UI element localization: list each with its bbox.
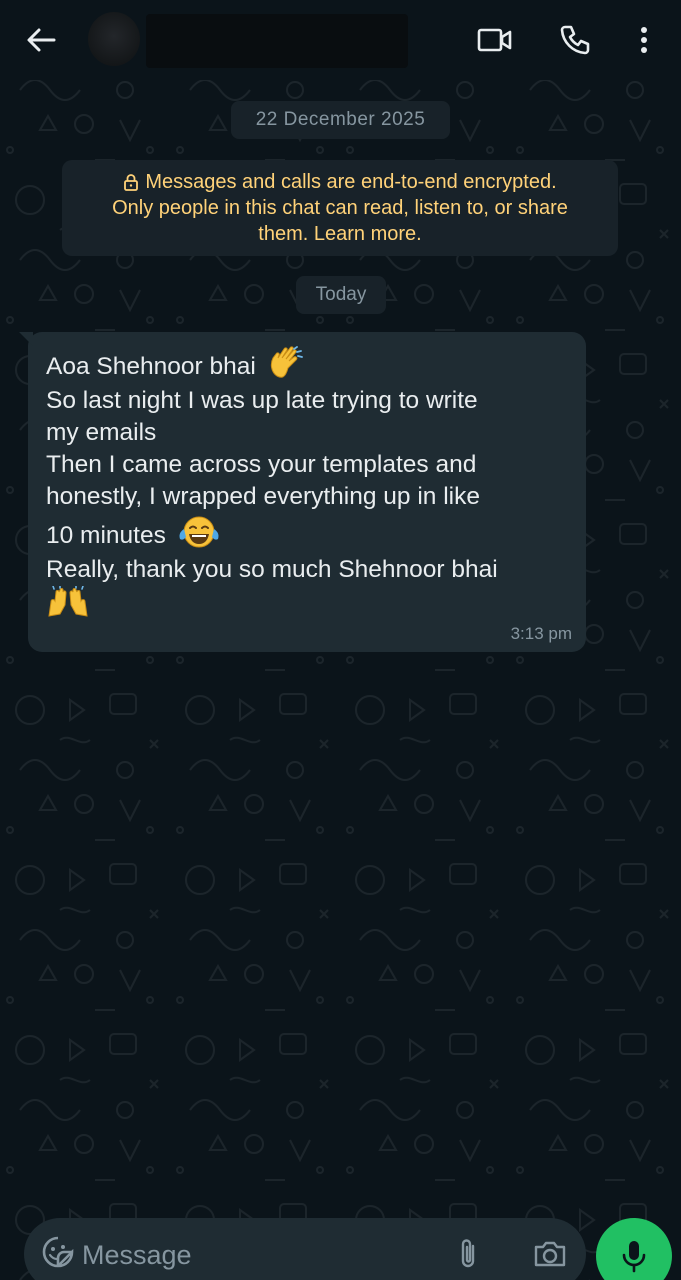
chat-screen: 22 December 2025 Messages and calls are … bbox=[0, 0, 681, 1280]
message-line: So last night I was up late trying to wr… bbox=[46, 387, 478, 414]
attach-button[interactable] bbox=[452, 1236, 484, 1272]
message-text: 10 minutes bbox=[46, 522, 166, 549]
message-line bbox=[46, 586, 568, 621]
message-input[interactable] bbox=[82, 1236, 422, 1274]
message-line: my emails bbox=[46, 419, 157, 446]
raising-hands-emoji bbox=[48, 586, 88, 617]
message-line: honestly, I wrapped everything up in lik… bbox=[46, 483, 480, 510]
message-composer bbox=[24, 1218, 586, 1280]
encryption-notice[interactable]: Messages and calls are end-to-end encryp… bbox=[62, 160, 618, 256]
message-line: 10 minutes bbox=[46, 515, 568, 552]
camera-button[interactable] bbox=[530, 1236, 570, 1272]
contact-avatar[interactable] bbox=[88, 12, 140, 66]
chat-header bbox=[0, 0, 681, 80]
message-line: Aoa Shehnoor bhai bbox=[46, 346, 568, 383]
more-vertical-icon bbox=[641, 27, 647, 53]
more-options-button[interactable] bbox=[628, 18, 660, 62]
encryption-line-3: them. Learn more. bbox=[258, 223, 422, 245]
message-line: Then I came across your templates and bbox=[46, 451, 477, 478]
phone-call-icon bbox=[560, 25, 590, 55]
back-button[interactable] bbox=[18, 20, 64, 60]
contact-name-redacted[interactable] bbox=[146, 14, 408, 68]
today-separator: Today bbox=[296, 276, 386, 314]
today-separator-label: Today bbox=[315, 284, 367, 305]
message-line: Really, thank you so much Shehnoor bhai bbox=[46, 556, 498, 583]
incoming-message-bubble[interactable]: Aoa Shehnoor bhai So last night I was up… bbox=[19, 332, 586, 652]
encryption-line-2: Only people in this chat can read, liste… bbox=[112, 197, 568, 219]
arrow-left-icon bbox=[27, 28, 56, 52]
tears-of-joy-emoji bbox=[179, 516, 219, 548]
encryption-line-1: Messages and calls are end-to-end encryp… bbox=[145, 171, 557, 193]
sticker-emoji-icon bbox=[42, 1236, 74, 1268]
microphone-icon bbox=[622, 1241, 646, 1273]
video-call-button[interactable] bbox=[472, 20, 518, 60]
lock-icon bbox=[124, 174, 139, 191]
voice-call-button[interactable] bbox=[552, 18, 598, 62]
emoji-button[interactable] bbox=[40, 1234, 76, 1270]
message-timestamp: 3:13 pm bbox=[510, 624, 572, 643]
camera-icon bbox=[534, 1241, 566, 1267]
waving-hand-emoji bbox=[270, 346, 303, 378]
date-separator-label: 22 December 2025 bbox=[255, 109, 426, 130]
date-separator: 22 December 2025 bbox=[231, 101, 450, 139]
message-text: Aoa Shehnoor bhai bbox=[46, 353, 256, 380]
paperclip-icon bbox=[461, 1239, 475, 1268]
video-call-icon bbox=[477, 28, 512, 52]
